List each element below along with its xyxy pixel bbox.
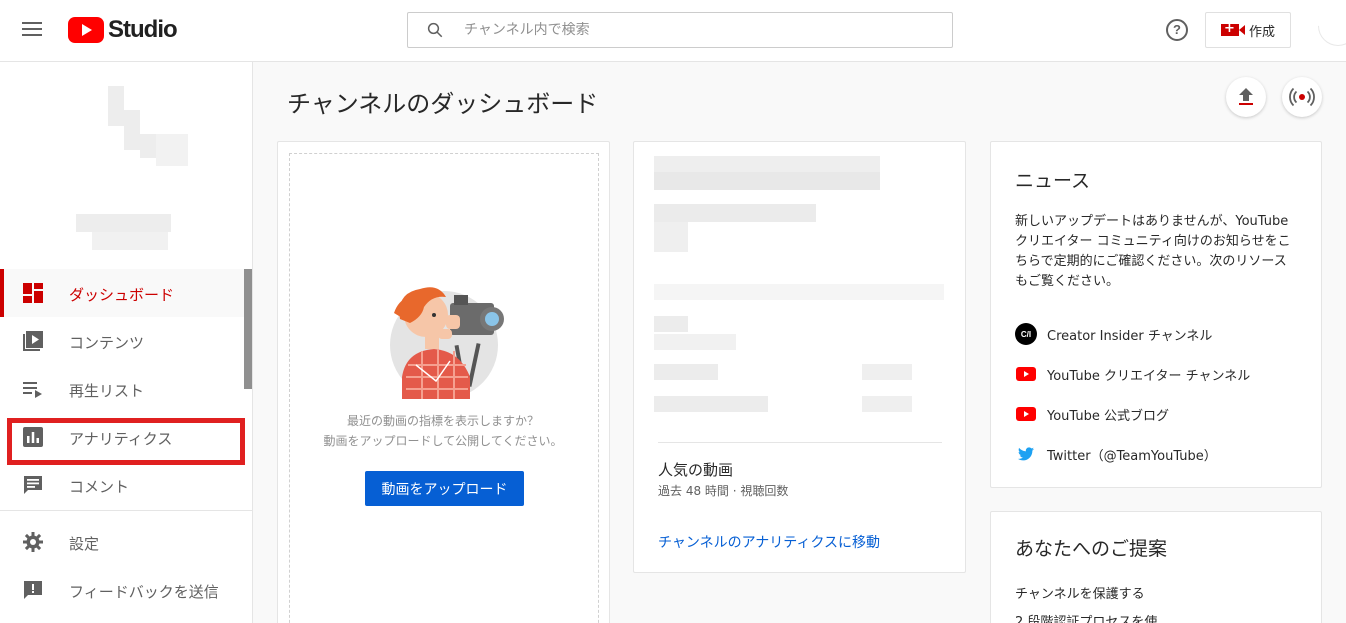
sidebar-item-settings[interactable]: 設定 xyxy=(0,518,245,566)
camera-person-illustration xyxy=(390,287,504,399)
suggestion-item-title[interactable]: チャンネルを保護する xyxy=(1015,583,1145,602)
playlist-icon xyxy=(23,382,42,398)
sidebar-item-content[interactable]: コンテンツ xyxy=(0,317,245,365)
news-link-label: YouTube クリエイター チャンネル xyxy=(1047,368,1251,384)
upload-prompt-line2: 動画をアップロードして公開してください。 xyxy=(323,434,563,448)
sidebar-item-label: コメント xyxy=(69,478,130,496)
popular-videos-title: 人気の動画 xyxy=(658,461,734,479)
account-avatar[interactable] xyxy=(1309,0,1346,55)
creator-insider-icon: C/I xyxy=(1015,323,1037,345)
search-icon xyxy=(427,22,443,38)
sidebar-item-label: 再生リスト xyxy=(69,382,145,400)
channel-analytics-card: 人気の動画 過去 48 時間 · 視聴回数 チャンネルのアナリティクスに移動 xyxy=(633,141,966,573)
sidebar-item-feedback[interactable]: フィードバックを送信 xyxy=(0,566,245,614)
sidebar-item-playlists[interactable]: 再生リスト xyxy=(0,365,245,413)
sidebar: ダッシュボード コンテンツ 再生リスト アナリティクス コメント 設定 フィード… xyxy=(0,62,253,623)
top-bar: Studio ? 作成 xyxy=(0,0,1346,62)
youtube-logo-icon xyxy=(68,17,104,43)
card-divider xyxy=(658,442,942,443)
youtube-icon xyxy=(1016,407,1036,421)
creator-insider-link[interactable]: C/I Creator Insider チャンネル xyxy=(1015,323,1212,345)
search-input[interactable] xyxy=(464,22,904,38)
sidebar-item-dashboard[interactable]: ダッシュボード xyxy=(0,269,245,317)
news-link-label: Creator Insider チャンネル xyxy=(1047,328,1213,344)
news-link-label: YouTube 公式ブログ xyxy=(1047,408,1169,424)
sidebar-scrollbar[interactable] xyxy=(244,269,252,389)
logo-text: Studio xyxy=(108,16,178,43)
sidebar-item-comments[interactable]: コメント xyxy=(0,461,245,509)
youtube-icon xyxy=(1016,367,1036,381)
gear-icon xyxy=(23,532,43,552)
youtube-studio-logo[interactable]: Studio xyxy=(68,16,178,44)
go-to-analytics-link[interactable]: チャンネルのアナリティクスに移動 xyxy=(658,532,880,552)
comment-icon xyxy=(24,476,42,494)
news-body: 新しいアップデートはありませんが、YouTube クリエイター コミュニティ向け… xyxy=(1015,214,1291,289)
twitter-icon xyxy=(1018,447,1034,461)
youtube-blog-link[interactable]: YouTube 公式ブログ xyxy=(1015,403,1169,425)
upload-card: 最近の動画の指標を表示しますか？ 動画をアップロードして公開してください。 動画… xyxy=(277,141,610,623)
news-title: ニュース xyxy=(1015,170,1091,192)
suggestions-card: あなたへのご提案 チャンネルを保護する 2 段階認証プロセスを使 xyxy=(990,511,1322,623)
help-icon[interactable]: ? xyxy=(1166,19,1188,41)
upload-video-button[interactable]: 動画をアップロード xyxy=(365,471,524,506)
sidebar-item-label: ダッシュボード xyxy=(69,286,175,304)
sidebar-item-label: コンテンツ xyxy=(69,334,145,352)
news-card: ニュース 新しいアップデートはありませんが、YouTube クリエイター コミュ… xyxy=(990,141,1322,488)
live-broadcast-icon xyxy=(1289,87,1315,107)
dashboard-icon xyxy=(23,283,43,303)
suggestion-item-description: 2 段階認証プロセスを使 xyxy=(1015,615,1158,623)
analytics-icon xyxy=(23,427,43,447)
suggestions-title: あなたへのご提案 xyxy=(1015,538,1168,560)
upload-videos-button[interactable] xyxy=(1226,77,1266,117)
create-button[interactable]: 作成 xyxy=(1205,12,1291,48)
sidebar-item-label: フィードバックを送信 xyxy=(69,583,219,601)
youtube-creators-link[interactable]: YouTube クリエイター チャンネル xyxy=(1015,363,1250,385)
feedback-icon xyxy=(24,581,42,599)
video-library-icon xyxy=(23,331,43,351)
search-box[interactable] xyxy=(407,12,953,48)
upload-prompt-line1: 最近の動画の指標を表示しますか？ xyxy=(346,414,539,428)
menu-icon[interactable] xyxy=(22,22,42,38)
sidebar-item-label: アナリティクス xyxy=(69,430,173,448)
upload-icon xyxy=(1239,88,1253,105)
create-label: 作成 xyxy=(1248,24,1275,40)
news-link-label: Twitter（@TeamYouTube） xyxy=(1047,448,1217,464)
twitter-link[interactable]: Twitter（@TeamYouTube） xyxy=(1015,443,1217,465)
go-live-button[interactable] xyxy=(1282,77,1322,117)
sidebar-divider xyxy=(0,510,253,511)
sidebar-item-analytics[interactable]: アナリティクス xyxy=(0,413,245,461)
popular-videos-subtitle: 過去 48 時間 · 視聴回数 xyxy=(658,484,789,498)
video-camera-add-icon xyxy=(1220,21,1245,36)
sidebar-item-label: 設定 xyxy=(69,535,100,553)
page-title: チャンネルのダッシュボード xyxy=(287,90,599,118)
